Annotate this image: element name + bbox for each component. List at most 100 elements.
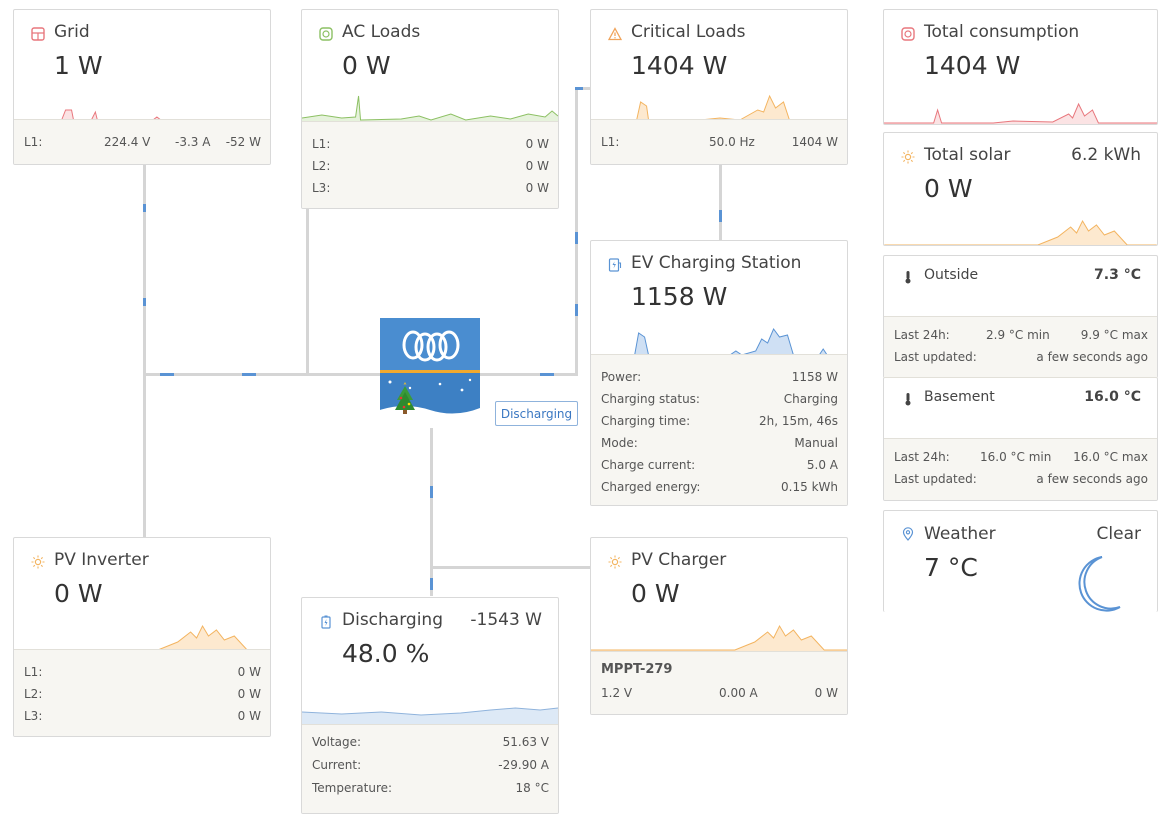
warning-icon — [608, 27, 622, 41]
pv-inverter-sparkline — [14, 618, 270, 652]
basement-temperature: 16.0 °C — [1084, 389, 1141, 405]
weather-temperature: 7 °C — [924, 553, 978, 582]
weather-card[interactable]: Weather Clear 7 °C — [883, 510, 1158, 612]
pv-inverter-card[interactable]: PV Inverter 0 W L1: 0 W L2: 0 W L3: 0 W — [13, 537, 271, 737]
outside-temperature: 7.3 °C — [1094, 267, 1141, 283]
flow-dot — [242, 373, 256, 376]
pv-inverter-l1-row: L1: 0 W — [24, 665, 261, 679]
basement-24h-row: Last 24h: 16.0 °C min 16.0 °C max — [894, 450, 1148, 464]
thermometer-icon — [901, 270, 915, 284]
ev-mode-row: Mode: Manual — [601, 436, 838, 450]
location-pin-icon — [901, 527, 915, 541]
ev-power-row: Power: 1158 W — [601, 370, 838, 384]
connector-battery — [430, 428, 433, 596]
ac-loads-power: 0 W — [342, 51, 391, 80]
grid-icon — [31, 27, 45, 41]
critical-loads-power: 1404 W — [631, 51, 728, 80]
flow-dot — [143, 298, 146, 306]
pv-inverter-l2-row: L2: 0 W — [24, 687, 261, 701]
card-title: Critical Loads — [631, 22, 746, 42]
card-title: Grid — [54, 22, 90, 42]
sun-icon — [31, 555, 45, 569]
ev-current-row: Charge current: 5.0 A — [601, 458, 838, 472]
ev-energy-row: Charged energy: 0.15 kWh — [601, 480, 838, 494]
connector-pvinverter — [143, 376, 146, 537]
pv-charger-values-row: 1.2 V 0.00 A 0 W — [601, 686, 838, 700]
total-solar-energy: 6.2 kWh — [1071, 145, 1141, 165]
ev-charging-card[interactable]: EV Charging Station 1158 W Power: 1158 W … — [590, 240, 848, 506]
connector-ev — [719, 164, 722, 241]
pv-charger-card[interactable]: PV Charger 0 W MPPT-279 1.2 V 0.00 A 0 W — [590, 537, 848, 715]
total-consumption-sparkline — [884, 92, 1157, 124]
plug-icon — [319, 27, 333, 41]
card-title: Outside — [924, 267, 979, 283]
flow-dot — [430, 578, 433, 590]
inverter-status-badge: Discharging — [495, 401, 578, 426]
ac-loads-sparkline — [302, 90, 558, 124]
flow-dot — [430, 486, 433, 498]
card-title: EV Charging Station — [631, 253, 802, 273]
connector-grid — [143, 164, 146, 376]
battery-icon — [319, 615, 333, 629]
connector-horizontal-right — [478, 373, 578, 376]
pv-charger-sparkline — [591, 618, 847, 652]
connector-acloads — [306, 207, 309, 376]
flow-dot — [575, 87, 583, 90]
ev-sparkline — [591, 323, 847, 357]
card-title: Total solar — [924, 145, 1011, 165]
grid-power: 1 W — [54, 51, 103, 80]
total-solar-power: 0 W — [924, 174, 973, 203]
card-title: Total consumption — [924, 22, 1080, 42]
ac-loads-l1-row: L1: 0 W — [312, 137, 549, 151]
grid-phase-row: L1: 224.4 V -3.3 A -52 W — [24, 135, 261, 149]
ac-loads-l3-row: L3: 0 W — [312, 181, 549, 195]
grid-card[interactable]: Grid 1 W L1: 224.4 V -3.3 A -52 W — [13, 9, 271, 165]
ev-status-row: Charging status: Charging — [601, 392, 838, 406]
critical-loads-phase-row: L1: 50.0 Hz 1404 W — [601, 135, 838, 149]
critical-loads-card[interactable]: Critical Loads 1404 W L1: 50.0 Hz 1404 W — [590, 9, 848, 165]
total-solar-sparkline — [884, 213, 1157, 245]
connector-horizontal-left — [143, 373, 383, 376]
plug-icon — [901, 27, 915, 41]
flow-dot — [575, 232, 578, 244]
card-title: Basement — [924, 389, 995, 405]
sun-icon — [608, 555, 622, 569]
ac-loads-card[interactable]: AC Loads 0 W L1: 0 W L2: 0 W L3: 0 W — [301, 9, 559, 209]
outside-24h-row: Last 24h: 2.9 °C min 9.9 °C max — [894, 328, 1148, 342]
ev-charger-icon — [608, 258, 622, 272]
total-consumption-power: 1404 W — [924, 51, 1021, 80]
card-title: PV Charger — [631, 550, 727, 570]
basement-updated-row: Last updated: a few seconds ago — [894, 472, 1148, 486]
flow-dot — [540, 373, 554, 376]
battery-current-row: Current: -29.90 A — [312, 758, 549, 772]
card-title: PV Inverter — [54, 550, 149, 570]
flow-dot — [575, 304, 578, 316]
weather-condition: Clear — [1096, 524, 1141, 544]
moon-icon — [1070, 553, 1126, 612]
pv-charger-device-name: MPPT-279 — [601, 662, 673, 677]
pv-inverter-l3-row: L3: 0 W — [24, 709, 261, 723]
card-title: Weather — [924, 524, 996, 544]
outside-temp-card[interactable]: Outside 7.3 °C Last 24h: 2.9 °C min 9.9 °C… — [883, 255, 1158, 378]
inverter-image[interactable] — [380, 318, 480, 428]
sun-icon — [901, 150, 915, 164]
ev-time-row: Charging time: 2h, 15m, 46s — [601, 414, 838, 428]
thermometer-icon — [901, 392, 915, 406]
total-solar-card[interactable]: Total solar 6.2 kWh 0 W — [883, 132, 1158, 246]
flow-dot — [143, 204, 146, 212]
outside-updated-row: Last updated: a few seconds ago — [894, 350, 1148, 364]
ac-loads-l2-row: L2: 0 W — [312, 159, 549, 173]
pv-inverter-power: 0 W — [54, 579, 103, 608]
battery-card[interactable]: Discharging -1543 W 48.0 % Voltage: 51.63… — [301, 597, 559, 814]
ev-power: 1158 W — [631, 282, 728, 311]
total-consumption-card[interactable]: Total consumption 1404 W — [883, 9, 1158, 125]
card-title: Discharging — [342, 610, 443, 630]
pv-charger-power: 0 W — [631, 579, 680, 608]
card-title: AC Loads — [342, 22, 421, 42]
battery-temperature-row: Temperature: 18 °C — [312, 781, 549, 795]
basement-temp-card[interactable]: Basement 16.0 °C Last 24h: 16.0 °C min 16.… — [883, 377, 1158, 501]
battery-voltage-row: Voltage: 51.63 V — [312, 735, 549, 749]
battery-power: -1543 W — [470, 610, 542, 630]
battery-soc: 48.0 % — [342, 639, 430, 668]
flow-dot — [160, 373, 174, 376]
